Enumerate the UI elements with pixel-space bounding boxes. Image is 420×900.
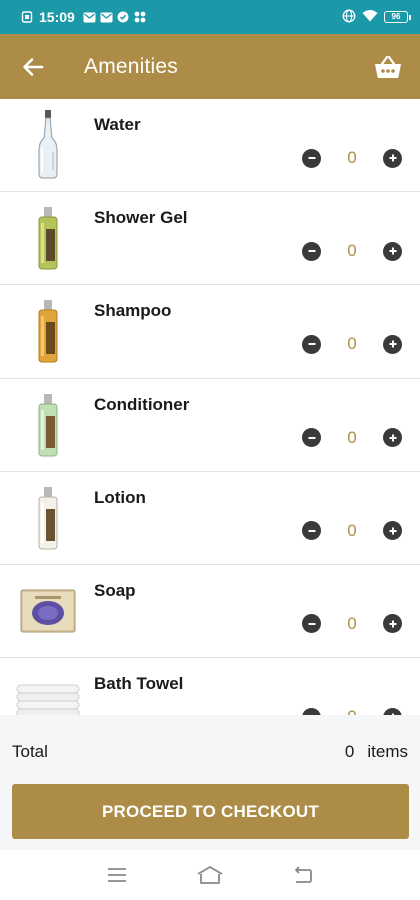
shower-gel-bottle-image [13, 200, 83, 274]
basket-icon [375, 55, 401, 78]
increment-button[interactable] [383, 428, 402, 448]
home-icon [197, 866, 223, 884]
amenity-list[interactable]: Water 0 Shower Gel 0 Shampoo 0 Condition… [0, 99, 420, 715]
decrement-button[interactable] [302, 334, 321, 354]
status-time: 15:09 [39, 9, 75, 25]
total-unit: items [367, 742, 408, 761]
conditioner-bottle-image [13, 387, 83, 461]
checkout-button[interactable]: PROCEED TO CHECKOUT [12, 784, 409, 839]
item-name: Lotion [94, 487, 146, 507]
plus-icon [389, 527, 396, 535]
decrement-button[interactable] [302, 241, 321, 261]
home-nav-button[interactable] [195, 860, 225, 890]
status-bar: 15:09 96 [0, 0, 420, 34]
decrement-button[interactable] [302, 614, 321, 634]
cart-button[interactable] [372, 51, 404, 83]
total-count: 0 [344, 742, 355, 761]
shampoo-bottle-image [13, 293, 83, 367]
arrow-left-icon [23, 57, 44, 76]
quantity-value: 0 [347, 613, 357, 633]
menu-icon [107, 868, 126, 882]
quantity-value: 0 [347, 520, 357, 540]
app-bar: Amenities [0, 34, 420, 99]
quantity-value: 0 [347, 241, 357, 261]
list-item: Water 0 [0, 99, 420, 193]
quantity-stepper: 0 [302, 706, 402, 715]
decrement-button[interactable] [302, 707, 321, 715]
shield-icon [117, 11, 130, 23]
status-right: 96 [342, 9, 411, 26]
hotspot-icon [342, 9, 356, 26]
item-name: Water [94, 115, 141, 134]
item-name: Shampoo [94, 301, 172, 321]
list-item: Soap 0 [0, 564, 420, 659]
minus-icon [308, 436, 315, 439]
list-item: Lotion 0 [0, 471, 420, 565]
total-label: Total [12, 742, 48, 761]
soap-bar-image [13, 573, 83, 647]
back-nav-button[interactable] [288, 860, 318, 890]
increment-button[interactable] [383, 148, 402, 168]
increment-button[interactable] [383, 241, 402, 261]
wifi-icon [362, 9, 378, 25]
decrement-button[interactable] [302, 428, 321, 448]
quantity-stepper: 0 [302, 520, 402, 542]
sim-icon [20, 11, 33, 23]
mail-icon [100, 11, 113, 23]
list-item: Bath Towel 0 [0, 658, 420, 715]
battery-level: 96 [391, 12, 401, 21]
plus-icon [389, 620, 396, 628]
plus-icon [389, 340, 396, 348]
decrement-button[interactable] [302, 521, 321, 541]
list-item: Shampoo 0 [0, 285, 420, 379]
quantity-value: 0 [347, 148, 357, 167]
plus-icon [389, 154, 396, 162]
quantity-value: 0 [347, 427, 357, 447]
app-icon [134, 11, 147, 23]
towel-stack-image [13, 666, 83, 715]
quantity-stepper: 0 [302, 147, 402, 169]
back-icon [295, 866, 313, 883]
page-title: Amenities [84, 54, 179, 78]
item-name: Shower Gel [94, 208, 188, 228]
item-name: Conditioner [94, 394, 190, 414]
total-bar: Total 0 items PROCEED TO CHECKOUT [0, 715, 420, 850]
lotion-bottle-image [13, 480, 83, 554]
total-summary: 0 items [345, 742, 408, 762]
quantity-value: 0 [321, 707, 383, 715]
minus-icon [308, 157, 315, 159]
minus-icon [308, 250, 315, 253]
increment-button[interactable] [383, 707, 402, 715]
plus-icon [389, 247, 396, 255]
increment-button[interactable] [383, 614, 402, 634]
decrement-button[interactable] [302, 148, 321, 168]
increment-button[interactable] [383, 334, 402, 354]
quantity-stepper: 0 [302, 240, 402, 262]
quantity-value: 0 [347, 334, 357, 354]
list-item: Conditioner 0 [0, 378, 420, 472]
battery-icon: 96 [384, 11, 411, 23]
system-nav-bar [0, 850, 420, 900]
item-name: Bath Towel [94, 674, 184, 694]
list-item: Shower Gel 0 [0, 192, 420, 286]
increment-button[interactable] [383, 521, 402, 541]
menu-nav-button[interactable] [102, 860, 132, 890]
quantity-stepper: 0 [302, 613, 402, 635]
quantity-stepper: 0 [302, 333, 402, 355]
minus-icon [308, 343, 315, 346]
plus-icon [389, 434, 396, 442]
back-button[interactable] [16, 50, 50, 84]
status-left: 15:09 [20, 9, 147, 25]
minus-icon [308, 529, 315, 532]
water-bottle-image [13, 107, 83, 181]
item-name: Soap [94, 580, 136, 600]
minus-icon [308, 622, 315, 625]
mail-icon [83, 11, 96, 23]
quantity-stepper: 0 [302, 427, 402, 449]
